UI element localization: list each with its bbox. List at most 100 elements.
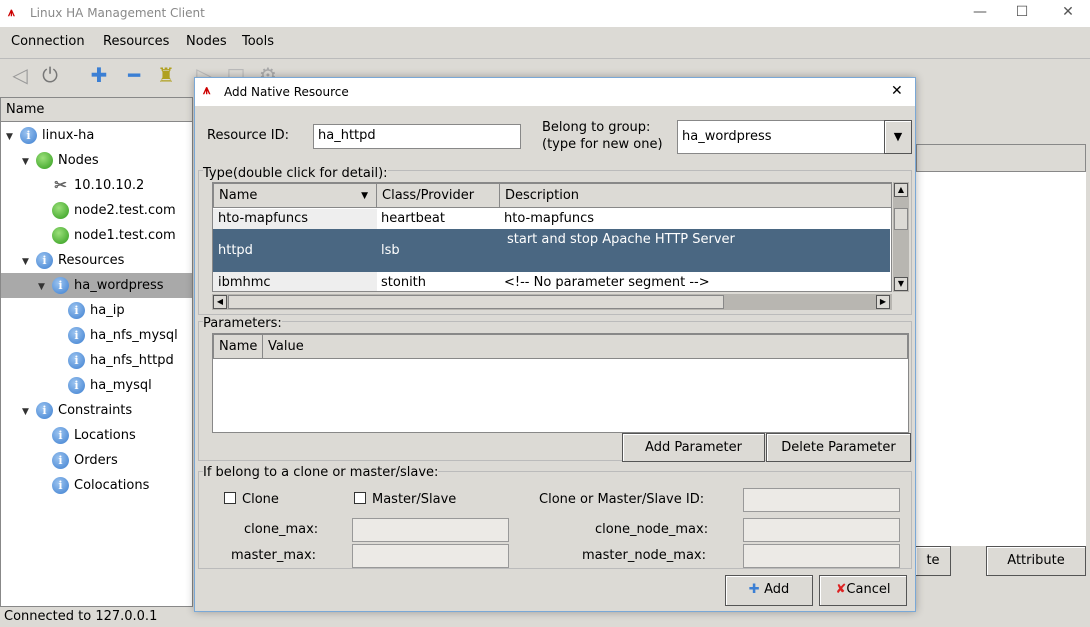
type-row[interactable]: hto-mapfuncs heartbeat hto-mapfuncs: [213, 209, 890, 229]
tree-item[interactable]: i Orders: [1, 448, 192, 473]
maximize-button[interactable]: ☐: [1007, 4, 1037, 24]
dialog-title: Add Native Resource: [224, 85, 349, 99]
group-combobox[interactable]: ha_wordpress: [677, 120, 885, 154]
expand-arrow-icon[interactable]: ▼: [22, 400, 36, 425]
master-slave-checkbox[interactable]: Master/Slave: [354, 492, 456, 507]
minimize-button[interactable]: —: [965, 4, 995, 24]
add-button[interactable]: ✚ Add: [725, 575, 813, 606]
tree-item[interactable]: i ha_nfs_mysql: [1, 323, 192, 348]
tree-item[interactable]: ▼ i Resources: [1, 248, 192, 273]
tree-item[interactable]: i ha_ip: [1, 298, 192, 323]
tree-item[interactable]: ▼ i Constraints: [1, 398, 192, 423]
column-name[interactable]: Name ▼: [213, 183, 377, 208]
delete-parameter-button[interactable]: Delete Parameter: [766, 433, 911, 462]
background-button[interactable]: te: [916, 546, 951, 576]
clone-node-max-input[interactable]: [743, 518, 900, 542]
status-ok-icon: [36, 152, 53, 169]
tree-item[interactable]: i ha_mysql: [1, 373, 192, 398]
tree-item[interactable]: ▼ i linux-ha: [1, 123, 192, 148]
info-icon: i: [36, 252, 53, 269]
tree-item[interactable]: node1.test.com: [1, 223, 192, 248]
scroll-down-button[interactable]: ▼: [894, 277, 908, 291]
add-icon: ✚: [748, 582, 765, 597]
clone-max-label: clone_max:: [244, 522, 319, 537]
app-logo-icon: ⩚: [8, 5, 15, 19]
master-max-label: master_max:: [231, 548, 317, 563]
tree-item[interactable]: ▼ i ha_wordpress: [1, 273, 192, 298]
type-vscrollbar[interactable]: ▲ ▼: [893, 182, 909, 292]
tree-item-label: Locations: [74, 428, 136, 443]
cancel-button[interactable]: ✘Cancel: [819, 575, 907, 606]
type-row[interactable]: httpd lsb start and stop Apache HTTP Serve…: [213, 229, 890, 272]
type-group: Type(double click for detail): Name ▼ Cla…: [198, 166, 912, 315]
group-dropdown-button[interactable]: ▼: [884, 120, 912, 154]
tree-item[interactable]: ✂ 10.10.10.2: [1, 173, 192, 198]
tools-icon: ✂: [54, 176, 67, 194]
clone-group: If belong to a clone or master/slave: Cl…: [198, 465, 912, 569]
cleanup-icon[interactable]: ♜: [154, 63, 178, 87]
tree-item[interactable]: i ha_nfs_httpd: [1, 348, 192, 373]
info-icon: i: [68, 327, 85, 344]
expand-arrow-icon[interactable]: ▼: [6, 125, 20, 150]
type-row[interactable]: ibmhmc stonith <!-- No parameter segment -…: [213, 272, 890, 291]
tree-item-label: Colocations: [74, 478, 150, 493]
add-icon[interactable]: ✚: [87, 63, 111, 87]
info-icon: i: [52, 452, 69, 469]
cell-class: lsb: [381, 243, 400, 258]
add-native-resource-dialog: ⩚ Add Native Resource ✕ Resource ID: ha_…: [194, 77, 916, 612]
menu-tools[interactable]: Tools: [242, 34, 274, 49]
column-description[interactable]: Description: [499, 183, 891, 208]
expand-arrow-icon[interactable]: ▼: [22, 250, 36, 275]
param-column-name[interactable]: Name: [213, 334, 263, 359]
expand-arrow-icon[interactable]: ▼: [38, 275, 52, 300]
menu-resources[interactable]: Resources: [103, 34, 169, 49]
cell-desc: hto-mapfuncs: [504, 211, 595, 226]
scroll-right-button[interactable]: ▶: [876, 295, 890, 309]
scroll-up-button[interactable]: ▲: [894, 183, 908, 197]
hscroll-thumb[interactable]: [228, 295, 724, 309]
attribute-button[interactable]: Attribute: [986, 546, 1086, 576]
add-parameter-button[interactable]: Add Parameter: [622, 433, 765, 462]
dialog-close-button[interactable]: ✕: [891, 83, 903, 99]
disconnect-icon[interactable]: ⏻: [38, 63, 62, 87]
close-button[interactable]: ✕: [1053, 4, 1083, 24]
scroll-thumb[interactable]: [894, 208, 908, 230]
info-icon: i: [68, 352, 85, 369]
remove-icon[interactable]: ━: [122, 63, 146, 87]
tree-item[interactable]: i Colocations: [1, 473, 192, 498]
master-node-max-input[interactable]: [743, 544, 900, 568]
clone-node-max-label: clone_node_max:: [595, 522, 709, 537]
type-table: Name ▼ Class/Provider Description hto-map…: [212, 182, 892, 292]
status-ok-icon: [52, 227, 69, 244]
expand-arrow-icon[interactable]: ▼: [22, 150, 36, 175]
menu-nodes[interactable]: Nodes: [186, 34, 227, 49]
status-ok-icon: [52, 202, 69, 219]
clone-id-label: Clone or Master/Slave ID:: [539, 492, 705, 507]
clone-id-input[interactable]: [743, 488, 900, 512]
connect-icon[interactable]: ◁: [8, 63, 32, 87]
type-hscrollbar[interactable]: ◀ ▶: [212, 294, 892, 310]
cell-class: heartbeat: [381, 211, 445, 226]
resource-id-input[interactable]: ha_httpd: [313, 124, 521, 149]
tree-item[interactable]: node2.test.com: [1, 198, 192, 223]
clone-max-input[interactable]: [352, 518, 509, 542]
group-hint-label: (type for new one): [542, 137, 663, 152]
scroll-left-button[interactable]: ◀: [213, 295, 227, 309]
column-class[interactable]: Class/Provider: [376, 183, 500, 208]
menu-connection[interactable]: Connection: [11, 34, 85, 49]
dialog-titlebar: ⩚ Add Native Resource ✕: [195, 78, 915, 106]
cell-name: httpd: [218, 243, 253, 258]
tree-item[interactable]: ▼ Nodes: [1, 148, 192, 173]
master-node-max-label: master_node_max:: [582, 548, 706, 563]
master-max-input[interactable]: [352, 544, 509, 568]
cancel-icon: ✘: [835, 582, 847, 597]
tree-item[interactable]: i Locations: [1, 423, 192, 448]
param-column-value[interactable]: Value: [262, 334, 908, 359]
clone-checkbox[interactable]: Clone: [224, 492, 279, 507]
tree-item-label: Constraints: [58, 403, 133, 418]
cell-desc: start and stop Apache HTTP Server: [507, 232, 735, 247]
menubar: Connection Resources Nodes Tools: [0, 28, 1090, 56]
tree-item-label: Orders: [74, 453, 118, 468]
info-icon: i: [52, 427, 69, 444]
detail-panel: te Attribute: [916, 120, 1090, 607]
